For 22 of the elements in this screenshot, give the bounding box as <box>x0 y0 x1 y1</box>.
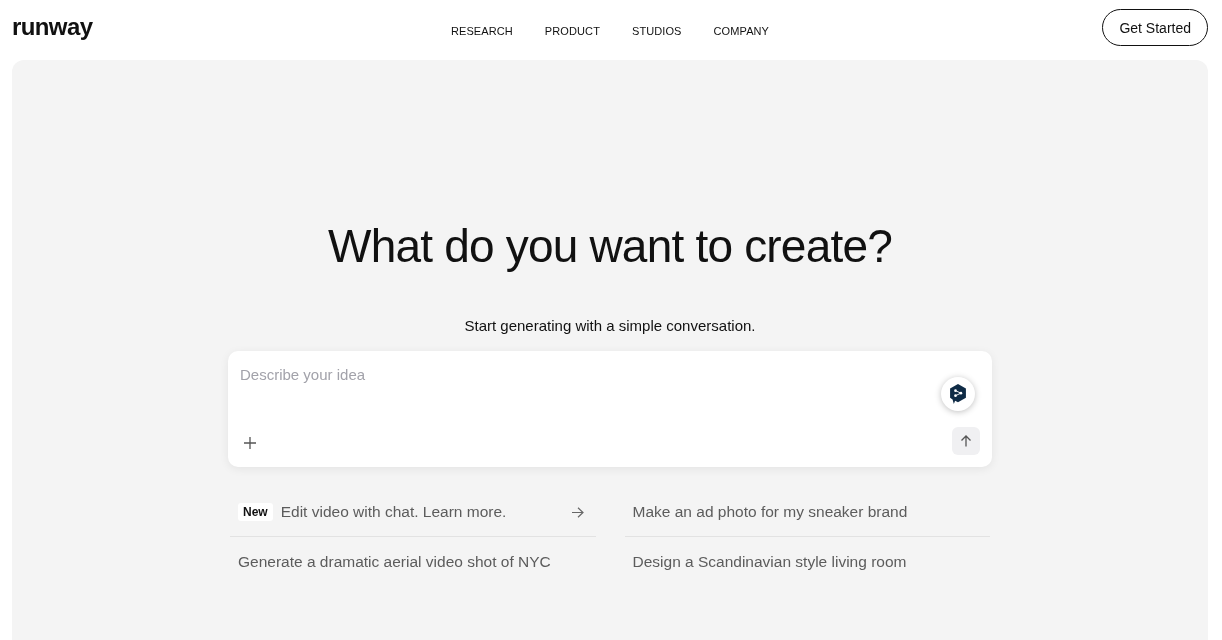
arrow-up-icon <box>960 435 972 447</box>
nav-link[interactable]: STUDIOS <box>631 24 682 37</box>
hexagon-logo-icon[interactable] <box>941 377 975 411</box>
plus-icon <box>244 437 256 449</box>
new-badge: New <box>238 503 273 521</box>
prompt-input[interactable]: Describe your idea <box>240 365 920 405</box>
nav-link[interactable]: RESEARCH <box>450 24 513 37</box>
send-button[interactable] <box>952 427 980 455</box>
prompt-card[interactable]: Describe your idea <box>228 351 992 467</box>
hero-subtitle: Start generating with a simple conversation. <box>464 316 756 336</box>
nav-link[interactable]: PRODUCT <box>544 24 600 37</box>
logo[interactable]: runway <box>12 15 93 39</box>
hero-title: What do you want to create? <box>328 220 892 272</box>
suggestion-item[interactable]: Design a Scandinavian style living room <box>624 537 990 586</box>
suggestion-text: Edit video with chat. Learn more. <box>280 503 507 521</box>
nav-link[interactable]: COMPANY <box>713 24 770 37</box>
arrow-right-icon <box>571 506 584 518</box>
suggestion-item[interactable]: Generate a dramatic aerial video shot of NYC <box>230 537 596 586</box>
add-button[interactable] <box>244 437 256 449</box>
suggestion-item[interactable]: Make an ad photo for my sneaker brand <box>624 488 990 537</box>
suggestion-item[interactable]: New Edit video with chat. Learn more. <box>230 488 596 537</box>
get-started-button[interactable]: Get Started <box>1102 9 1208 46</box>
